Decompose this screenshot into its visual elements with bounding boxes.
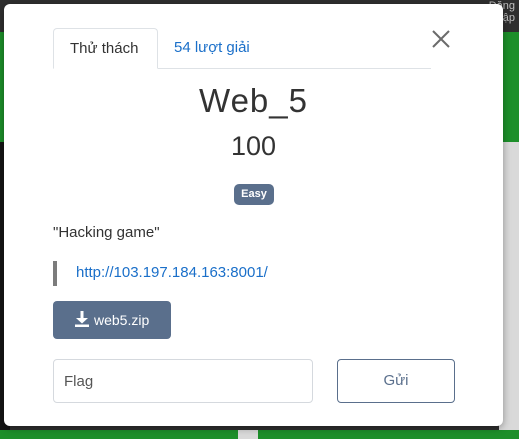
background-bottom-bar [0,430,519,439]
tab-challenge[interactable]: Thử thách [53,28,158,69]
flag-input[interactable] [53,359,313,403]
close-icon[interactable] [428,26,454,52]
challenge-title: Web_5 [199,82,308,119]
challenge-points: 100 [230,131,277,161]
link-blockquote: http://103.197.184.163:8001/ [53,261,437,286]
challenge-description: "Hacking game" [53,224,160,241]
challenge-modal: Thử thách 54 lượt giải Web_5 100 Easy "H… [4,4,503,426]
challenge-link[interactable]: http://103.197.184.163:8001/ [76,264,268,281]
difficulty-badge: Easy [234,184,274,205]
download-icon [75,311,89,327]
background-bottom-gap [238,430,258,439]
submit-button[interactable]: Gửi [337,359,455,403]
modal-tabs: Thử thách 54 lượt giải [53,28,431,69]
download-file-button[interactable]: web5.zip [53,301,171,339]
tab-solves[interactable]: 54 lượt giải [158,28,266,68]
download-file-label: web5.zip [94,312,150,328]
